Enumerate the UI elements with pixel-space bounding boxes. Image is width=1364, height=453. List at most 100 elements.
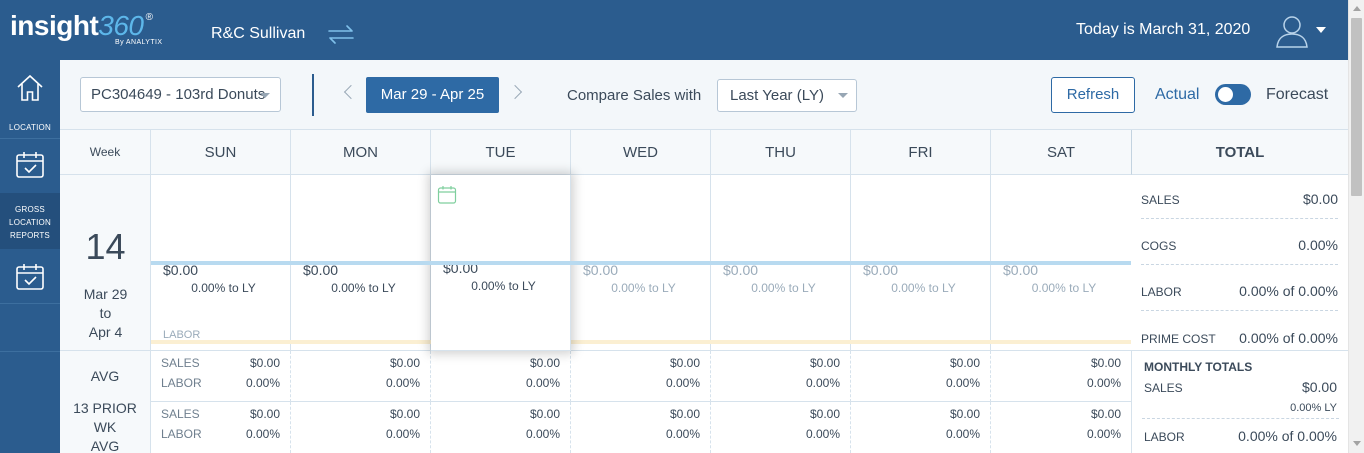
monthly-labor-value: 0.00% of 0.00% (1238, 428, 1337, 444)
total-cogs-label: COGS (1141, 239, 1177, 253)
total-labor-label: LABOR (1141, 285, 1182, 299)
labor-value: 0.00% (1086, 376, 1121, 390)
prior-avg-label: 13 PRIOR WK AVG (60, 400, 151, 453)
labor-value: 0.00% (945, 376, 980, 390)
sidebar-item-reports-calendar[interactable] (0, 250, 60, 304)
sales-value: $0.00 (809, 407, 840, 421)
labor-value: 0.00% (245, 376, 280, 390)
total-sales-row: SALES $0.00 (1141, 175, 1338, 219)
toolbar-divider (312, 74, 314, 116)
prior-cell-mon: $0.00 0.00% (291, 402, 431, 453)
sales-value: $0.00 (1090, 407, 1121, 421)
week-start: Mar 29 (83, 286, 128, 302)
day-header-thu: THU (711, 130, 851, 175)
scroll-down-arrow-icon[interactable] (1353, 441, 1361, 446)
monthly-ly-value: 0.00% LY (1290, 402, 1337, 414)
prior-cell-fri: $0.00 0.00% (851, 402, 991, 453)
monthly-sales-label: SALES (1144, 381, 1183, 395)
refresh-button[interactable]: Refresh (1051, 77, 1135, 113)
prev-period-chevron-left-icon[interactable] (343, 84, 359, 100)
day-ly-pct: 0.00% to LY (611, 281, 676, 295)
sidebar-item-home[interactable] (0, 60, 60, 116)
week-header: Week (60, 130, 151, 175)
total-prime-label: PRIME COST (1141, 332, 1216, 346)
prior-cell-sun: SALES $0.00 LABOR 0.00% (151, 402, 291, 453)
labor-value: 0.00% (665, 376, 700, 390)
prior-avg-label-2: AVG (90, 438, 120, 453)
sales-value: $0.00 (809, 356, 840, 370)
day-ly-pct: 0.00% to LY (331, 281, 396, 295)
calendar-icon[interactable] (437, 185, 457, 210)
total-labor-value: 0.00% of 0.00% (1239, 283, 1338, 299)
calendar-check-icon (16, 263, 44, 290)
top-bar: insight360 ® By ANALYTIX R&C Sullivan Tod… (0, 0, 1348, 60)
app-logo[interactable]: insight360 ® (10, 10, 153, 42)
logo-registered: ® (145, 12, 153, 23)
sales-value: $0.00 (949, 407, 980, 421)
day-header-mon: MON (291, 130, 431, 175)
avg-cell-mon: $0.00 0.00% (291, 351, 431, 402)
vertical-scrollbar[interactable] (1348, 0, 1364, 453)
user-menu-chevron-down-icon[interactable] (1316, 27, 1326, 33)
date-range-button[interactable]: Mar 29 - Apr 25 (366, 77, 499, 113)
toggle-knob (1218, 87, 1233, 102)
monthly-divider (1142, 418, 1339, 419)
sales-value: $0.00 (669, 407, 700, 421)
user-avatar-icon[interactable] (1274, 14, 1310, 53)
monthly-totals-title: MONTHLY TOTALS (1144, 360, 1253, 374)
sales-value: $0.00 (249, 356, 280, 370)
total-sales-value: $0.00 (1302, 191, 1338, 207)
avg-cell-wed: $0.00 0.00% (571, 351, 711, 402)
scroll-thumb[interactable] (1351, 18, 1362, 196)
compare-select[interactable]: Last Year (LY) (717, 79, 857, 112)
swap-arrows-icon[interactable] (325, 24, 357, 49)
prior-cell-thu: $0.00 0.00% (711, 402, 851, 453)
prior-avg-row: 13 PRIOR WK AVG SALES $0.00 LABOR 0.00% $0.… (60, 400, 1131, 453)
chevron-down-icon (260, 93, 270, 98)
forecast-label: Forecast (1266, 86, 1329, 103)
location-select[interactable]: PC304649 - 103rd Donuts (80, 77, 281, 112)
sidebar-label-reports-3: REPORTS (10, 231, 50, 240)
sales-value: $0.00 (389, 407, 420, 421)
sales-line (151, 261, 1131, 265)
labor-value: 0.00% (805, 376, 840, 390)
logo-subtitle: By ANALYTIX (115, 39, 163, 46)
chevron-down-icon (838, 93, 848, 98)
logo-number: 360 (98, 10, 144, 41)
monthly-totals: MONTHLY TOTALS SALES $0.00 0.00% LY LABO… (1131, 351, 1348, 453)
actual-label: Actual (1155, 86, 1200, 103)
logo-text: insight (10, 10, 99, 41)
sales-value: $0.00 (669, 356, 700, 370)
actual-forecast-toggle[interactable] (1215, 84, 1251, 105)
company-name: R&C Sullivan (211, 25, 306, 42)
sales-label: SALES (161, 356, 200, 370)
next-period-chevron-right-icon[interactable] (507, 84, 523, 100)
avg-row: AVG SALES $0.00 LABOR 0.00% $0.00 0.00% $0.0… (60, 351, 1131, 402)
sales-value: $0.00 (249, 407, 280, 421)
avg-label: AVG (60, 351, 151, 402)
labor-value: 0.00% (1086, 427, 1121, 441)
prior-cell-wed: $0.00 0.00% (571, 402, 711, 453)
labor-label: LABOR (161, 427, 202, 441)
compare-select-value: Last Year (LY) (730, 87, 824, 104)
sidebar-label-location: LOCATION (9, 123, 51, 132)
day-header-wed: WED (571, 130, 711, 175)
labor-label: LABOR (161, 376, 202, 390)
sidebar-item-location-calendar[interactable] (0, 138, 60, 190)
sidebar-item-gross-location-reports[interactable]: GROSS LOCATION REPORTS (0, 193, 60, 249)
monthly-sales-value: $0.00 (1301, 379, 1337, 395)
today-date: Today is March 31, 2020 (1076, 21, 1251, 38)
day-ly-pct: 0.00% to LY (471, 279, 536, 293)
avg-cell-fri: $0.00 0.00% (851, 351, 991, 402)
avg-cell-tue: $0.00 0.00% (431, 351, 571, 402)
labor-line (151, 340, 1131, 344)
sales-value: $0.00 (1090, 356, 1121, 370)
day-ly-pct: 0.00% to LY (191, 281, 256, 295)
day-header-fri: FRI (851, 130, 991, 175)
avg-cell-thu: $0.00 0.00% (711, 351, 851, 402)
home-icon (17, 74, 43, 101)
avg-cell-sat: $0.00 0.00% (991, 351, 1131, 402)
labor-value: 0.00% (665, 427, 700, 441)
week-to: to (99, 305, 112, 321)
scroll-up-arrow-icon[interactable] (1353, 6, 1361, 11)
